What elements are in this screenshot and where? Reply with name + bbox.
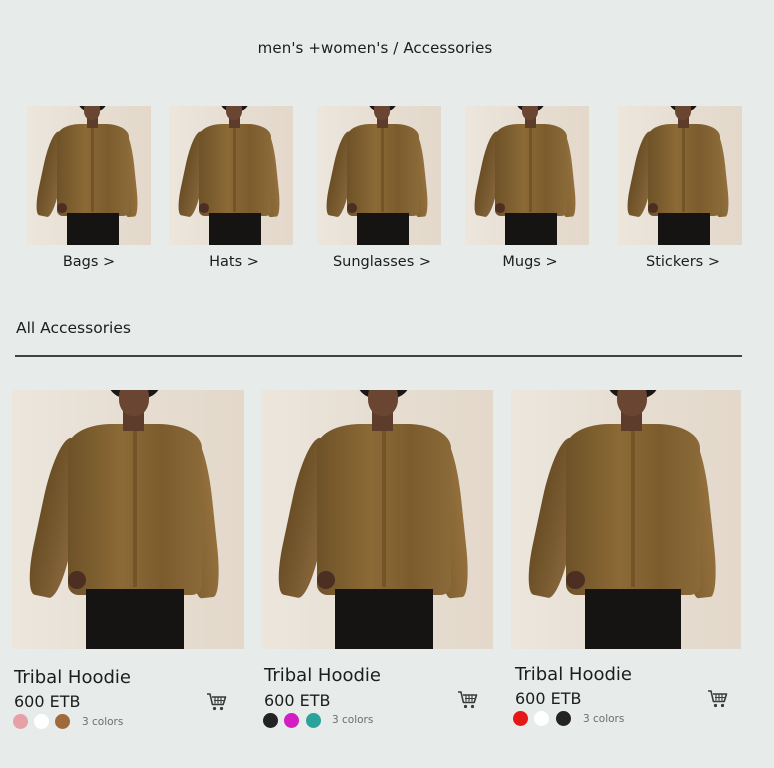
color-swatch[interactable]	[263, 713, 278, 728]
category-link-mugs[interactable]: Mugs >	[468, 254, 592, 270]
category-image[interactable]	[27, 106, 151, 245]
cart-icon[interactable]	[206, 692, 228, 712]
product-price: 600 ETB	[264, 691, 331, 710]
color-swatch[interactable]	[34, 714, 49, 729]
color-count: 3 colors	[583, 713, 625, 725]
color-swatch[interactable]	[306, 713, 321, 728]
color-swatch[interactable]	[534, 711, 549, 726]
cart-icon[interactable]	[457, 690, 479, 710]
color-count: 3 colors	[332, 714, 374, 726]
category-image[interactable]	[465, 106, 589, 245]
cart-icon[interactable]	[707, 689, 729, 709]
product-price: 600 ETB	[14, 692, 81, 711]
category-link-sunglasses[interactable]: Sunglasses >	[320, 254, 444, 270]
product-image[interactable]	[511, 390, 741, 649]
category-image[interactable]	[317, 106, 441, 245]
color-count: 3 colors	[82, 716, 124, 728]
color-swatch[interactable]	[513, 711, 528, 726]
product-name[interactable]: Tribal Hoodie	[14, 667, 131, 688]
category-link-hats[interactable]: Hats >	[172, 254, 296, 270]
category-link-stickers[interactable]: Stickers >	[621, 254, 745, 270]
color-swatch[interactable]	[284, 713, 299, 728]
product-image[interactable]	[12, 390, 244, 649]
product-name[interactable]: Tribal Hoodie	[264, 665, 381, 686]
section-title: All Accessories	[16, 319, 131, 337]
product-image[interactable]	[261, 390, 493, 649]
breadcrumb: men's +women's / Accessories	[257, 39, 493, 57]
color-swatch[interactable]	[13, 714, 28, 729]
category-image[interactable]	[169, 106, 293, 245]
product-price: 600 ETB	[515, 689, 582, 708]
color-swatch[interactable]	[55, 714, 70, 729]
color-swatch[interactable]	[556, 711, 571, 726]
category-link-bags[interactable]: Bags >	[27, 254, 151, 270]
product-name[interactable]: Tribal Hoodie	[515, 664, 632, 685]
category-image[interactable]	[618, 106, 742, 245]
section-divider	[15, 355, 742, 357]
